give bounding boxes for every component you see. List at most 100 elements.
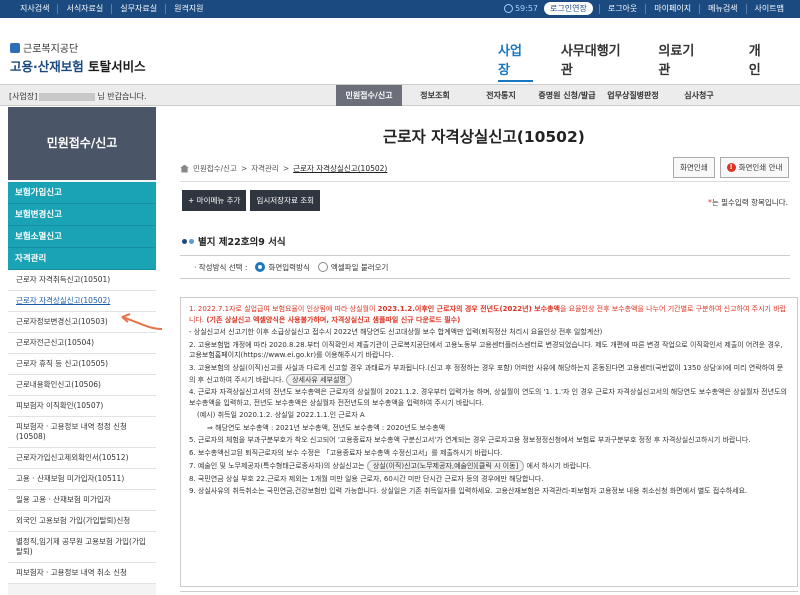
- sidebar-item-public-servant[interactable]: 별정직,임기제 공무원 고용보험 가입(가입탈퇴): [8, 532, 156, 563]
- notice-3-text: 3. 고용보험의 상실(이직)신고를 사실과 다르게 신고할 경우 과태료가 부…: [189, 363, 784, 384]
- clock-icon: [503, 4, 513, 13]
- gnb-individual[interactable]: 개인: [749, 40, 772, 82]
- breadcrumb-current[interactable]: 근로자 자격상실신고(10502): [293, 163, 387, 174]
- breadcrumb: 민원접수/신고 > 자격관리 > 근로자 자격상실신고(10502): [180, 163, 387, 174]
- bullet-dots-icon: [182, 238, 194, 244]
- radio-excel-label: 엑셀파일 불러오기: [330, 262, 389, 272]
- sidebar-cat-insurance-extinction[interactable]: 보험소멸신고: [8, 226, 156, 248]
- radio-excel-upload[interactable]: 엑셀파일 불러오기: [317, 262, 389, 273]
- sidebar-title: 민원접수/신고: [8, 107, 156, 180]
- add-my-menu-button[interactable]: + 마이메뉴 추가: [182, 190, 247, 211]
- detail-reason-button[interactable]: 상세사유 세부설명: [286, 373, 352, 386]
- required-text: 는 필수입력 항목입니다.: [711, 198, 788, 207]
- link-mypage[interactable]: 마이페이지: [645, 3, 699, 14]
- sidebar-cat-insurance-change[interactable]: 보험변경신고: [8, 204, 156, 226]
- breadcrumb-sep-2: >: [282, 164, 290, 173]
- sidebar-item-correction[interactable]: 피보험자 · 고용정보 내역 정정 신청(10508): [8, 417, 156, 448]
- sidebar-item-separation-confirm[interactable]: 피보험자 이직확인(10507): [8, 396, 156, 417]
- sidebar-item-cancel[interactable]: 피보험자 · 고용정보 내역 취소 신청: [8, 563, 156, 584]
- link-form-library[interactable]: 서식자료실: [57, 4, 111, 14]
- notice-1-bold1: 2023.1.2.이후인 근로자의 경우 전년도(2022년) 보수총액: [377, 305, 560, 313]
- logo-service-a: 고용·산재보험: [10, 59, 84, 74]
- radio-screen-label: 화면입력방식: [268, 262, 310, 272]
- submenu-disease-judgment[interactable]: 업무상질병판정: [600, 85, 666, 106]
- write-method-selector: · 작성방식 선택 : 화면입력방식 엑셀파일 불러오기: [180, 255, 790, 279]
- notice-1-sub: - 상실신고서 신고기한 이후 소급상실신고 접수시 2022년 해당연도 신고…: [189, 328, 603, 337]
- notice-9: 9. 상실사유의 취득취소는 국민연금,건강보험만 입력 가능합니다. 상실일은…: [189, 486, 748, 495]
- title-divider: [180, 181, 790, 182]
- notice-7-suffix: 에서 하시기 바랍니다.: [526, 461, 592, 470]
- top-right-links: 59:57 로그인연장 로그아웃 마이페이지 메뉴검색 사이트맵: [503, 2, 792, 15]
- submenu-info-inquiry[interactable]: 정보조회: [402, 85, 468, 106]
- print-button[interactable]: 화면인쇄: [673, 157, 715, 178]
- notice-3: 3. 고용보험의 상실(이직)신고를 사실과 다르게 신고할 경우 과태료가 부…: [189, 363, 789, 386]
- sidebar-item-acquisition[interactable]: 근로자 자격취득신고(10501): [8, 270, 156, 291]
- gnb-workplace[interactable]: 사업장: [498, 40, 533, 82]
- link-sitemap[interactable]: 사이트맵: [745, 3, 792, 14]
- required-note: *는 필수입력 항목입니다.: [708, 197, 788, 208]
- notice-box: 1. 2022.7.1자로 실업급여 보험요율이 인상됨에 따라 상실월이 20…: [180, 297, 798, 587]
- sub-menu-bar: [사업장] 님 반갑습니다. 민원접수/신고 정보조회 전자통지 증명원 신청/발…: [0, 84, 800, 106]
- sidebar-item-work-confirm[interactable]: 근로내용확인신고(10506): [8, 375, 156, 396]
- radio-checked-icon: [255, 262, 266, 272]
- global-nav: 사업장 사무대행기관 의료기관 개인: [498, 40, 800, 82]
- logo-org: 근로복지공단: [23, 44, 79, 55]
- notice-8: 8. 국민연금 상실 부호 22.근로자 제외는 1개월 미만 일용 근로자, …: [189, 474, 544, 483]
- print-guide-button[interactable]: ! 화면인쇄 안내: [719, 157, 790, 178]
- section-title: 별지 제22호의9 서식: [198, 237, 286, 248]
- comwel-logo-icon: [10, 42, 20, 53]
- submenu-certificate[interactable]: 증명원 신청/발급: [534, 85, 600, 106]
- notice-4-example-2: ⇒ 해당연도 보수총액 : 2021년 보수총액, 전년도 보수총액 : 202…: [207, 423, 446, 432]
- notice-2: 2. 고용보험법 개정에 따라 2020.8.28.부터 이직확인서 제출기관이…: [189, 340, 783, 360]
- gnb-agency[interactable]: 사무대행기관: [561, 40, 631, 82]
- notice-4-example-1: (예시) 취득일 2020.1.2. 상실일 2022.1.1.인 근로자 A: [197, 411, 365, 420]
- breadcrumb-item-2[interactable]: 자격관리: [251, 163, 279, 174]
- welcome-prefix: [사업장]: [9, 92, 38, 101]
- top-left-links: 지사검색 서식자료실 실무자료실 원격지원: [20, 4, 212, 14]
- notice-5: 5. 근로자의 체험을 부과구분부호가 착오 신고되어 '고용종료자 보수총액 …: [189, 436, 751, 445]
- breadcrumb-sep-1: >: [240, 164, 248, 173]
- notice-1: 1. 2022.7.1자로 실업급여 보험요율이 인상됨에 따라 상실월이 20…: [189, 304, 789, 326]
- action-buttons: + 마이메뉴 추가 임시저장자료 조회: [182, 190, 321, 211]
- site-logo[interactable]: 근로복지공단 고용·산재보험 토탈서비스: [10, 40, 146, 75]
- welcome-message: [사업장] 님 반갑습니다.: [9, 91, 147, 102]
- sidebar-item-daily-non-member[interactable]: 일용 고용 · 산재보험 미가입자: [8, 490, 156, 511]
- radio-screen-input[interactable]: 화면입력방식: [255, 262, 310, 273]
- submenu-e-notice[interactable]: 전자통지: [468, 85, 534, 106]
- sidebar-item-loss[interactable]: 근로자 자격상실신고(10502): [8, 291, 156, 312]
- sidebar-cat-qualification[interactable]: 자격관리: [8, 248, 156, 270]
- home-icon[interactable]: [180, 164, 189, 173]
- notice-1-prefix: 1. 2022.7.1자로 실업급여 보험요율이 인상됨에 따라 상실월이: [189, 305, 378, 313]
- submenu-review-request[interactable]: 심사청구: [666, 85, 732, 106]
- breadcrumb-item-1[interactable]: 민원접수/신고: [193, 163, 237, 174]
- temp-save-inquiry-button[interactable]: 임시저장자료 조회: [250, 190, 321, 211]
- site-header: 근로복지공단 고용·산재보험 토탈서비스 사업장 사무대행기관 의료기관 개인: [0, 18, 800, 84]
- sidebar-item-transfer[interactable]: 근로자전근신고(10504): [8, 333, 156, 354]
- masked-username: [39, 92, 96, 101]
- left-sidebar: 민원접수/신고 보험가입신고 보험변경신고 보험소멸신고 자격관리 근로자 자격…: [8, 107, 156, 595]
- artist-loss-report-button[interactable]: 상실(이직)신고(노무제공자,예술인)[클릭 시 이동]: [366, 459, 525, 472]
- link-remote-support[interactable]: 원격지원: [165, 4, 211, 14]
- link-branch-search[interactable]: 지사검색: [20, 4, 57, 14]
- sidebar-cat-insurance-join[interactable]: 보험가입신고: [8, 182, 156, 204]
- top-utility-bar: 지사검색 서식자료실 실무자료실 원격지원 59:57 로그인연장 로그아웃 마…: [0, 0, 800, 18]
- form-area-top-border: [180, 591, 798, 595]
- link-logout[interactable]: 로그아웃: [598, 3, 645, 14]
- gnb-medical[interactable]: 의료기관: [658, 40, 704, 82]
- annotation-arrow-icon: [121, 313, 163, 330]
- link-menu-search[interactable]: 메뉴검색: [699, 3, 745, 14]
- notice-4: 4. 근로자 자격상실신고서의 전년도 보수총액은 근로자의 상실월이 2021…: [189, 388, 787, 407]
- notice-7-prefix: 7. 예술인 및 노무제공자(특수형태근로종사자)의 상실신고는: [189, 461, 365, 470]
- submenu-civil-report[interactable]: 민원접수/신고: [336, 85, 402, 106]
- sidebar-item-non-member[interactable]: 고용 · 산재보험 미가입자(10511): [8, 469, 156, 490]
- radio-unchecked-icon: [317, 262, 328, 272]
- sidebar-item-leave[interactable]: 근로자 휴직 등 신고(10505): [8, 354, 156, 375]
- sidebar-item-exclusion-confirm[interactable]: 근로자가입신고제외확인서(10512): [8, 448, 156, 469]
- link-practice-library[interactable]: 실무자료실: [111, 4, 165, 14]
- print-guide-label: 화면인쇄 안내: [738, 163, 783, 172]
- sidebar-item-foreigner[interactable]: 외국인 고용보험 가입(가입탈퇴)신청: [8, 511, 156, 532]
- choice-label: · 작성방식 선택 :: [194, 262, 248, 272]
- timer-text: 59:57: [514, 4, 539, 13]
- extend-login-button[interactable]: 로그인연장: [544, 2, 593, 15]
- welcome-suffix: 님 반갑습니다.: [97, 92, 147, 101]
